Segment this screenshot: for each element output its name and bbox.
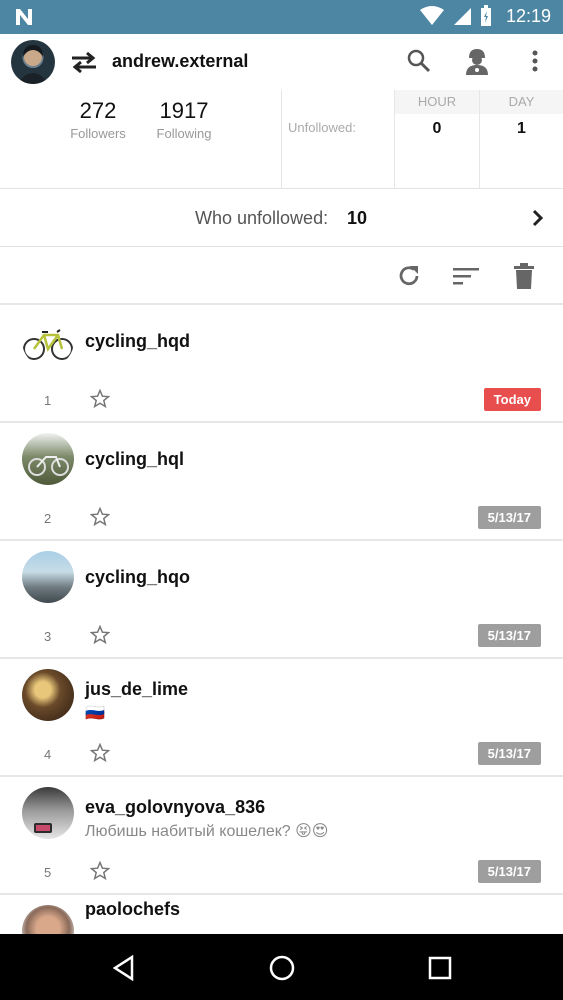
item-index: 3 xyxy=(44,629,52,644)
profile-icon[interactable] xyxy=(462,46,492,76)
username-label: cycling_hql xyxy=(85,449,185,469)
username-label: eva_golovnyova_836 xyxy=(85,797,266,817)
list-item[interactable]: cycling_hql 2 5/13/17 xyxy=(0,423,563,541)
user-avatar xyxy=(22,787,74,839)
list-item[interactable]: cycling_hqd 1 Today xyxy=(0,305,563,423)
date-badge: 5/13/17 xyxy=(477,624,541,647)
home-icon[interactable] xyxy=(266,952,298,984)
status-time: 12:19 xyxy=(505,5,551,26)
username-label: jus_de_lime xyxy=(85,679,189,699)
following-count: 1917 xyxy=(159,98,209,123)
who-unfollowed-count: 10 xyxy=(347,208,368,228)
followers-count: 272 xyxy=(79,98,117,123)
user-avatar xyxy=(22,315,74,367)
sort-icon[interactable] xyxy=(451,261,481,291)
system-nav-bar xyxy=(0,934,563,1000)
who-unfollowed-row[interactable]: Who unfollowed: 10 xyxy=(0,189,563,247)
notification-n-icon xyxy=(16,9,32,25)
item-index: 1 xyxy=(44,393,52,408)
item-index: 5 xyxy=(44,865,52,880)
username-label: cycling_hqd xyxy=(85,331,191,351)
back-icon[interactable] xyxy=(108,952,140,984)
list-toolbar xyxy=(0,247,563,305)
username[interactable]: andrew.external xyxy=(112,51,248,72)
date-badge: 5/13/17 xyxy=(477,742,541,765)
date-badge: Today xyxy=(483,388,541,411)
list-item[interactable]: cycling_hqo 3 5/13/17 xyxy=(0,541,563,659)
date-badge: 5/13/17 xyxy=(477,506,541,529)
search-icon[interactable] xyxy=(404,46,434,76)
star-icon[interactable] xyxy=(90,861,110,881)
username-label: cycling_hqo xyxy=(85,567,191,587)
star-icon[interactable] xyxy=(90,389,110,409)
list-item[interactable]: jus_de_lime 🇷🇺 4 5/13/17 xyxy=(0,659,563,777)
swap-icon[interactable] xyxy=(70,50,98,74)
wifi-icon xyxy=(419,6,444,25)
stats-panel: 272 Followers 1917 Following Unfollowed:… xyxy=(0,90,563,189)
user-bio: Любишь набитый кошелек? 😝😍 xyxy=(85,823,329,840)
date-badge: 5/13/17 xyxy=(477,860,541,883)
signal-icon xyxy=(453,8,471,25)
day-value: 1 xyxy=(517,120,526,137)
user-avatar xyxy=(22,669,74,721)
item-index: 4 xyxy=(44,747,52,762)
app-bar: andrew.external xyxy=(0,34,563,90)
unfollowers-list: cycling_hqd 1 Today cycling_hql 2 5/13/1… xyxy=(0,305,563,1000)
battery-icon xyxy=(480,5,491,26)
delete-icon[interactable] xyxy=(509,261,539,291)
list-item[interactable]: eva_golovnyova_836 Любишь набитый кошеле… xyxy=(0,777,563,895)
unfollowed-label: Unfollowed: xyxy=(288,120,356,135)
who-unfollowed-label: Who unfollowed: xyxy=(195,208,329,228)
username-label: paolochefs xyxy=(85,899,181,919)
star-icon[interactable] xyxy=(90,625,110,645)
followers-label: Followers xyxy=(70,126,126,141)
hour-header: HOUR xyxy=(395,90,479,114)
status-bar: 12:19 xyxy=(0,0,563,34)
following-label: Following xyxy=(156,126,212,141)
user-avatar xyxy=(22,551,74,603)
divider xyxy=(281,90,282,188)
user-avatar xyxy=(22,433,74,485)
star-icon[interactable] xyxy=(90,743,110,763)
account-avatar[interactable] xyxy=(11,40,55,84)
more-vert-icon[interactable] xyxy=(520,46,550,76)
hour-value: 0 xyxy=(432,120,442,137)
followers-stat[interactable]: 272 Followers xyxy=(66,98,130,141)
user-bio: 🇷🇺 xyxy=(85,705,105,722)
day-header: DAY xyxy=(480,90,563,114)
refresh-icon[interactable] xyxy=(394,261,424,291)
chevron-right-icon xyxy=(532,209,544,227)
item-index: 2 xyxy=(44,511,52,526)
recents-icon[interactable] xyxy=(424,952,456,984)
following-stat[interactable]: 1917 Following xyxy=(152,98,216,141)
star-icon[interactable] xyxy=(90,507,110,527)
